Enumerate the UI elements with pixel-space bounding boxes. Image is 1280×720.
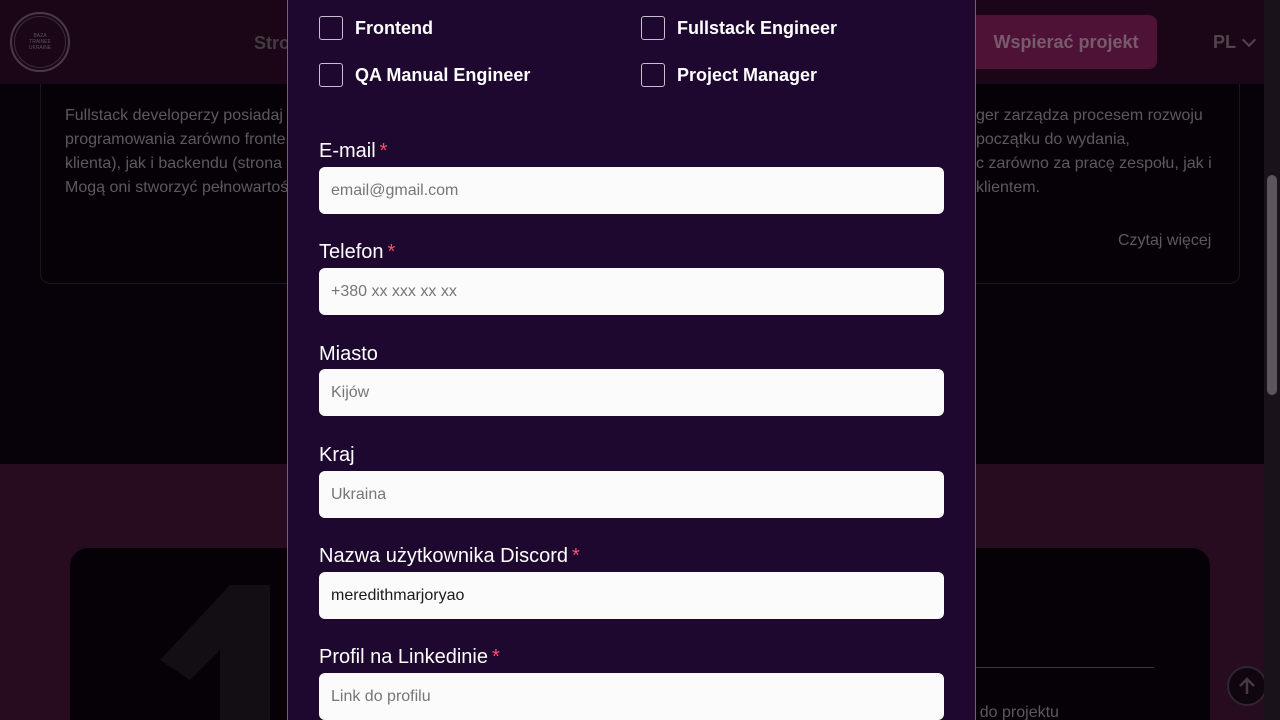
checkbox[interactable] [319, 63, 343, 87]
city-field[interactable] [319, 369, 944, 416]
phone-label-text: Telefon [319, 241, 384, 263]
role-label: QA Manual Engineer [355, 64, 531, 85]
phone-field[interactable] [319, 268, 944, 315]
city-label: Miasto [319, 343, 378, 366]
checkbox[interactable] [641, 63, 665, 87]
email-label: E-mail * [319, 140, 387, 163]
role-option-fullstack[interactable]: Fullstack Engineer [641, 16, 837, 40]
role-option-qa-manual[interactable]: QA Manual Engineer [319, 63, 530, 87]
email-field[interactable] [319, 167, 944, 214]
city-label-text: Miasto [319, 343, 378, 365]
linkedin-label-text: Profil na Linkedinie [319, 646, 488, 668]
country-field[interactable] [319, 471, 944, 518]
linkedin-profile-field[interactable] [319, 673, 944, 720]
country-label: Kraj [319, 444, 355, 467]
phone-label: Telefon * [319, 241, 395, 264]
discord-label: Nazwa użytkownika Discord * [319, 545, 580, 568]
discord-username-field[interactable] [319, 572, 944, 619]
email-label-text: E-mail [319, 140, 376, 162]
checkbox[interactable] [641, 16, 665, 40]
linkedin-label: Profil na Linkedinie * [319, 646, 500, 669]
role-option-frontend[interactable]: Frontend [319, 16, 433, 40]
required-mark: * [492, 646, 500, 668]
required-mark: * [379, 140, 388, 162]
role-label: Fullstack Engineer [677, 17, 838, 38]
scrollbar-thumb[interactable] [1267, 175, 1277, 395]
role-label: Project Manager [677, 64, 818, 85]
required-mark: * [387, 241, 396, 263]
discord-label-text: Nazwa użytkownika Discord [319, 545, 568, 567]
role-label: Frontend [355, 17, 433, 38]
checkbox[interactable] [319, 16, 343, 40]
required-mark: * [571, 545, 580, 567]
country-label-text: Kraj [319, 444, 355, 466]
role-option-project-manager[interactable]: Project Manager [641, 63, 817, 87]
